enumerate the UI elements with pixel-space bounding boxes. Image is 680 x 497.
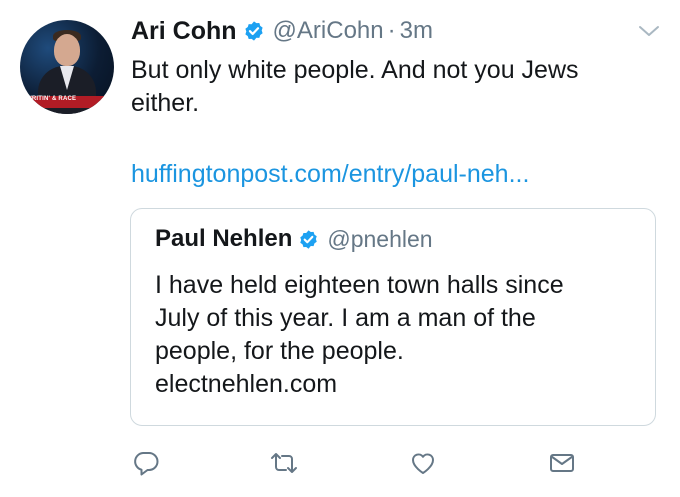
author-handle[interactable]: @AriCohn (273, 17, 384, 45)
avatar[interactable]: WRITIN' & RACE (20, 20, 114, 114)
avatar-banner-text: WRITIN' & RACE (26, 96, 77, 102)
author-name[interactable]: Ari Cohn (131, 17, 237, 46)
quoted-text-line: I have held eighteen town halls since (155, 271, 564, 299)
like-icon (411, 453, 435, 474)
tweet-actions (0, 446, 680, 486)
quoted-text-line: July of this year. I am a man of the (155, 304, 536, 332)
reply-button[interactable] (129, 446, 163, 480)
tweet: WRITIN' & RACE Ari Cohn @AriCohn · 3m Bu… (0, 0, 680, 497)
like-button[interactable] (406, 446, 440, 480)
timestamp[interactable]: 3m (400, 17, 433, 45)
quoted-text-line: people, for the people. (155, 337, 404, 365)
tweet-header: Ari Cohn @AriCohn · 3m (131, 14, 433, 48)
verified-badge-icon (244, 21, 263, 41)
tweet-text-line: either. (131, 89, 200, 117)
verified-badge-icon (300, 229, 318, 249)
avatar-face (54, 34, 80, 66)
quoted-author-name: Paul Nehlen (155, 225, 293, 252)
tweet-link[interactable]: huffingtonpost.com/entry/paul-neh... (131, 158, 671, 191)
retweet-icon (271, 453, 297, 473)
quoted-author-handle: @pnehlen (327, 225, 433, 252)
quoted-text-line: electnehlen.com (155, 370, 338, 398)
tweet-text-line: But only white people. And not you Jews (131, 56, 579, 84)
time-separator: · (387, 17, 396, 44)
tweet-text: But only white people. And not you Jews … (131, 54, 661, 120)
quoted-tweet-text: I have held eighteen town halls since Ju… (155, 269, 645, 401)
quoted-tweet-header: Paul Nehlen @pnehlen (155, 225, 433, 253)
chevron-down-icon[interactable] (638, 24, 660, 38)
retweet-button[interactable] (267, 446, 301, 480)
quoted-tweet[interactable]: Paul Nehlen @pnehlen I have held eightee… (130, 208, 656, 426)
message-button[interactable] (545, 446, 579, 480)
reply-icon (134, 452, 159, 476)
message-icon (550, 454, 574, 472)
